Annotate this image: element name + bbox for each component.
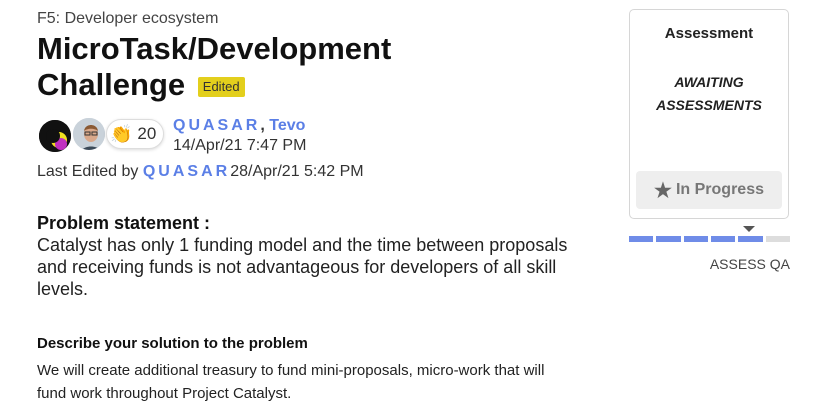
stage-segment <box>683 236 708 242</box>
assessment-status: AWAITING ASSESSMENTS <box>656 74 762 113</box>
in-progress-button[interactable]: ★ In Progress <box>636 171 782 209</box>
assessment-title: Assessment <box>664 25 754 42</box>
stage-segment <box>710 236 736 242</box>
category-label: F5: Developer ecosystem <box>37 10 219 27</box>
clap-button[interactable]: 👏 20 <box>106 119 164 149</box>
solution-text: We will create additional treasury to fu… <box>37 362 545 402</box>
assessment-card: Assessment AWAITING ASSESSMENTS ★ In Pro… <box>629 9 789 219</box>
author-separator: , <box>260 117 270 134</box>
problem-statement: Problem statement : Catalyst has only 1 … <box>37 212 577 300</box>
post-date: 14/Apr/21 7:47 PM <box>173 137 307 154</box>
problem-label: Problem statement : <box>37 213 211 233</box>
problem-text: Catalyst has only 1 funding model and th… <box>37 235 568 299</box>
stage-segment <box>765 236 790 242</box>
stage-segment <box>738 236 763 242</box>
author-names: QUASAR, Tevo <box>173 117 305 135</box>
stage-segment <box>629 236 654 242</box>
last-edited-user-link[interactable]: QUASAR <box>143 163 230 180</box>
avatar-quasar[interactable] <box>37 118 73 154</box>
author-link-quasar[interactable]: QUASAR <box>173 117 260 134</box>
last-edited-date: 28/Apr/21 5:42 PM <box>230 163 364 180</box>
solution-label: Describe your solution to the problem <box>37 335 308 352</box>
last-edited-label: Last Edited by <box>37 163 139 180</box>
authors-row: 👏 20 QUASAR, Tevo 14/Apr/21 7:47 PM <box>37 116 367 156</box>
last-edited: Last Edited by QUASAR28/Apr/21 5:42 PM <box>37 163 364 181</box>
author-link-tevo[interactable]: Tevo <box>269 117 305 134</box>
stage-label: ASSESS QA <box>709 256 790 272</box>
stage-progress-bar <box>629 236 790 242</box>
page-title: MicroTask/Development Challenge Edited <box>37 31 457 103</box>
solution-section: Describe your solution to the problem We… <box>37 334 577 405</box>
stage-pointer-icon <box>743 226 755 232</box>
clap-count: 20 <box>137 124 157 143</box>
in-progress-label: In Progress <box>675 181 764 198</box>
avatar-tevo[interactable] <box>71 116 107 152</box>
edited-badge: Edited <box>197 77 245 97</box>
clap-icon: 👏 <box>110 124 133 144</box>
star-icon: ★ <box>654 179 672 202</box>
stage-segment <box>656 236 681 242</box>
